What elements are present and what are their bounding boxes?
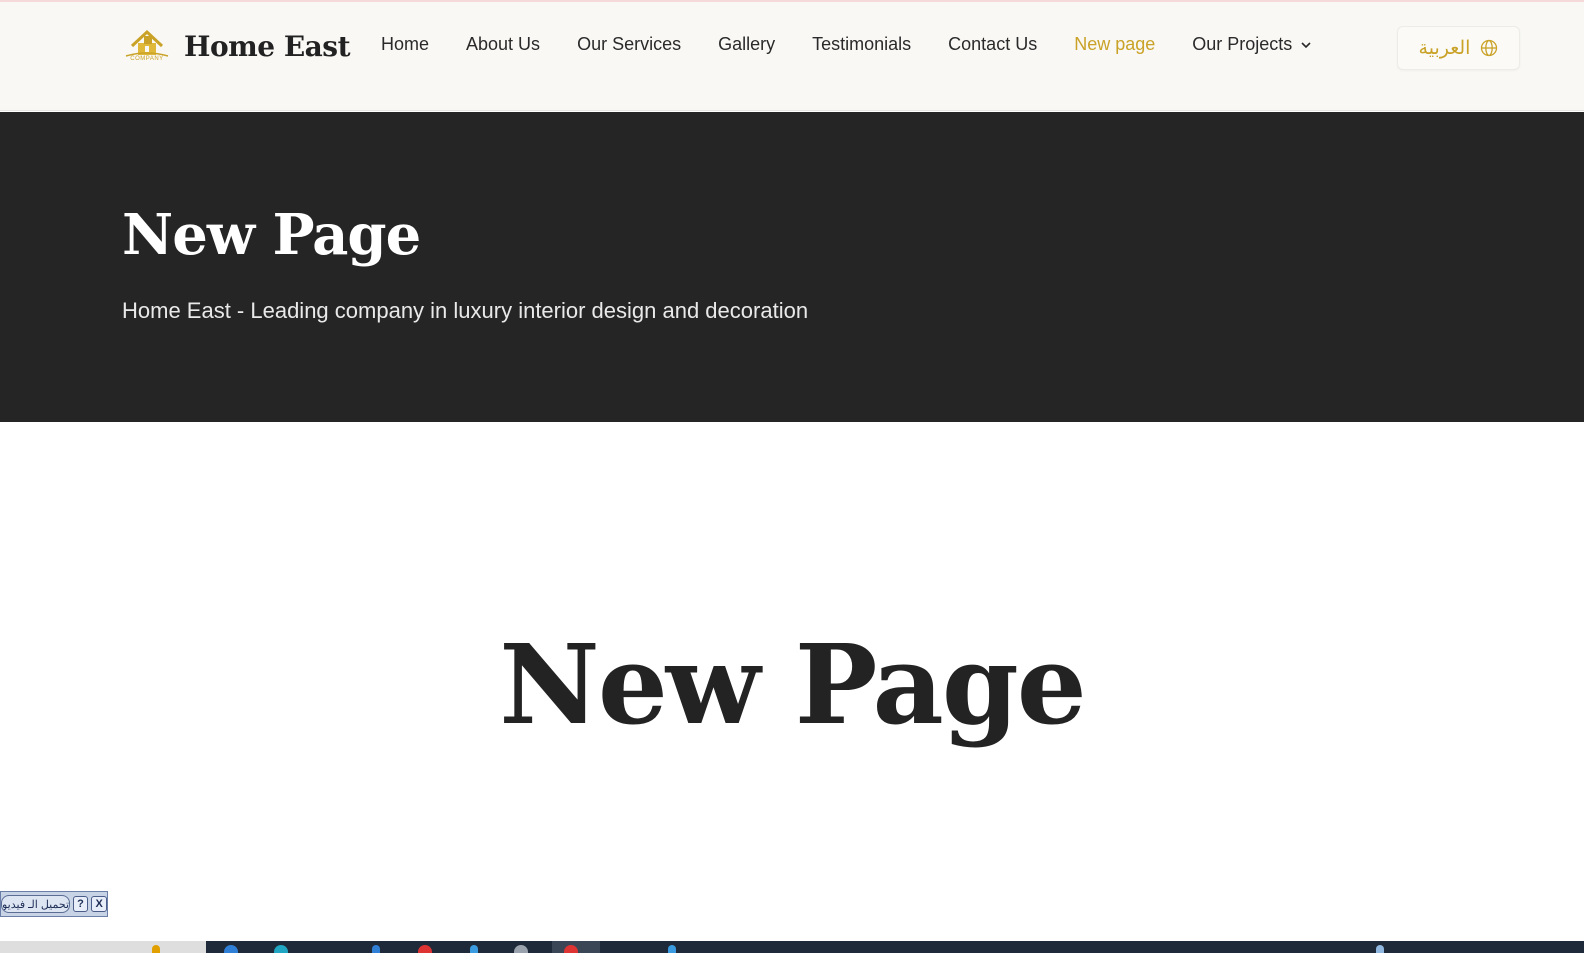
taskbar-tray-icon[interactable] (1376, 945, 1384, 953)
taskbar-app-icon[interactable] (372, 945, 380, 953)
taskbar-app-icon[interactable] (514, 945, 528, 953)
nav-item-home[interactable]: Home (381, 34, 429, 55)
taskbar-start-area[interactable] (0, 941, 206, 953)
page-content-title: New Page (499, 620, 1086, 749)
nav-item-new-page[interactable]: New page (1074, 34, 1155, 55)
language-switch-button[interactable]: العربية (1397, 26, 1520, 70)
close-icon[interactable]: X (91, 896, 107, 912)
taskbar-app-icon[interactable] (470, 945, 478, 953)
nav-item-our-projects-label: Our Projects (1192, 34, 1293, 54)
nav-item-about-us[interactable]: About Us (466, 34, 540, 55)
taskbar-app-icon[interactable] (274, 945, 288, 953)
video-download-widget: تحميل الـ فيديو ? X (0, 891, 108, 917)
page-hero-banner: New Page Home East - Leading company in … (0, 112, 1584, 422)
brand-name: Home East (184, 29, 351, 63)
taskbar-app-icon[interactable] (418, 945, 432, 953)
house-logo-icon: COMPANY (124, 26, 170, 66)
language-label: العربية (1418, 37, 1471, 59)
nav-item-gallery[interactable]: Gallery (718, 34, 775, 55)
nav-item-testimonials[interactable]: Testimonials (812, 34, 911, 55)
taskbar-app-icon[interactable] (224, 945, 238, 953)
taskbar-app-icon[interactable] (152, 945, 160, 953)
help-icon[interactable]: ? (72, 896, 89, 912)
hero-title: New Page (122, 202, 421, 268)
taskbar-app-icon[interactable] (668, 945, 676, 953)
globe-icon (1481, 39, 1498, 57)
main-nav: Home About Us Our Services Gallery Testi… (381, 34, 1349, 55)
brand-logo[interactable]: COMPANY Home East (124, 26, 351, 66)
os-taskbar (0, 941, 1584, 953)
nav-item-contact-us[interactable]: Contact Us (948, 34, 1037, 55)
logo-caption: COMPANY (130, 56, 164, 62)
hero-subtitle: Home East - Leading company in luxury in… (122, 298, 809, 323)
taskbar-app-icon[interactable] (564, 945, 578, 953)
chevron-down-icon (1301, 41, 1311, 48)
site-header: COMPANY Home East Home About Us Our Serv… (0, 2, 1584, 111)
video-download-button[interactable]: تحميل الـ فيديو (1, 895, 70, 913)
nav-item-our-projects[interactable]: Our Projects (1192, 34, 1312, 55)
nav-item-our-services[interactable]: Our Services (577, 34, 681, 55)
